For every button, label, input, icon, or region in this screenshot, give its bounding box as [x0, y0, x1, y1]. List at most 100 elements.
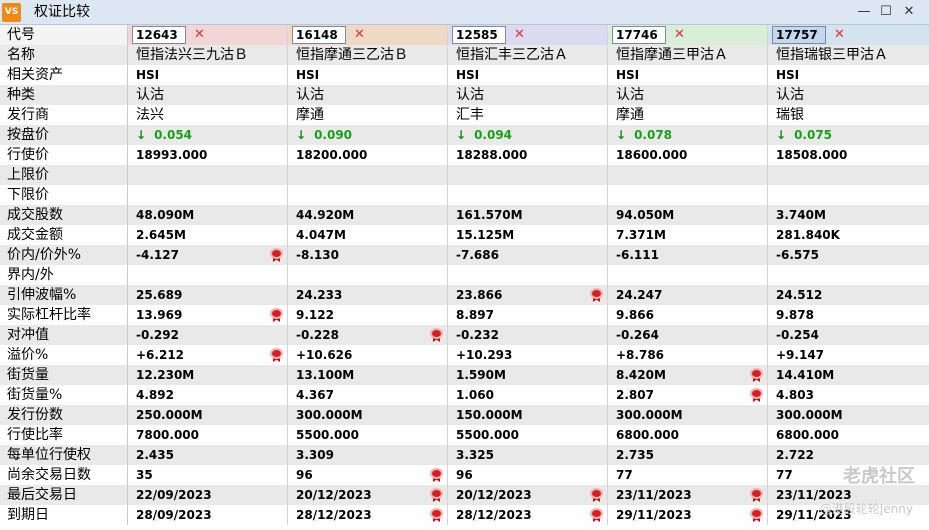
code-input[interactable]: 12585 — [452, 26, 506, 44]
table-cell: 汇丰 — [448, 105, 608, 125]
table-cell: HSI — [448, 65, 608, 85]
cell-value: 250.000M — [136, 408, 203, 422]
row-label: 发行商 — [0, 105, 128, 125]
row-label: 尚余交易日数 — [0, 465, 128, 485]
cell-value: 48.090M — [136, 208, 195, 222]
warrant-comparison-table: 代号 12643 ✕ 16148 ✕ 12585 ✕ 17746 ✕ 17757 ✕ 名称… — [0, 25, 929, 530]
row-label: 按盘价 — [0, 125, 128, 145]
table-row: 实际杠杆比率 13.969 9.122 8.897 9.866 9.878 — [0, 305, 929, 325]
table-cell: 2.807 — [608, 385, 768, 405]
table-row: 到期日 28/09/2023 28/12/2023 28/12/2023 29/11/2… — [0, 505, 929, 525]
table-cell: 300.000M — [288, 405, 448, 425]
award-ribbon-icon — [590, 288, 603, 302]
cell-value: +9.147 — [776, 348, 825, 362]
table-cell: 4.367 — [288, 385, 448, 405]
cell-value: 300.000M — [776, 408, 843, 422]
row-label: 成交金额 — [0, 225, 128, 245]
cell-value: 96 — [296, 468, 313, 482]
table-cell — [448, 165, 608, 185]
cell-value: 18200.000 — [296, 148, 368, 162]
table-cell: +10.626 — [288, 345, 448, 365]
table-cell: 14.410M — [768, 365, 929, 385]
close-button[interactable]: ✕ — [900, 3, 918, 21]
minimize-button[interactable]: — — [855, 3, 873, 21]
table-cell: 18200.000 — [288, 145, 448, 165]
table-row: 种类 认沽 认沽 认沽 认沽 认沽 — [0, 85, 929, 105]
table-cell: -0.264 — [608, 325, 768, 345]
remove-warrant-icon[interactable]: ✕ — [674, 25, 685, 45]
code-cell: 12585 ✕ — [448, 25, 608, 45]
table-cell — [288, 265, 448, 285]
table-cell — [128, 185, 288, 205]
cell-value: -0.232 — [456, 328, 499, 342]
table-cell: +9.147 — [768, 345, 929, 365]
table-cell — [768, 165, 929, 185]
table-cell: 3.325 — [448, 445, 608, 465]
table-cell: 18288.000 — [448, 145, 608, 165]
table-cell: 2.645M — [128, 225, 288, 245]
table-cell — [768, 185, 929, 205]
cell-value: 1.060 — [456, 388, 494, 402]
remove-warrant-icon[interactable]: ✕ — [354, 25, 365, 45]
table-cell: -0.232 — [448, 325, 608, 345]
cell-value: +8.786 — [616, 348, 665, 362]
row-label: 街货量 — [0, 365, 128, 385]
table-row: 最后交易日 22/09/2023 20/12/2023 20/12/2023 23/11… — [0, 485, 929, 505]
remove-warrant-icon[interactable]: ✕ — [194, 25, 205, 45]
cell-value: 瑞银 — [776, 107, 804, 123]
table-cell: 4.047M — [288, 225, 448, 245]
cell-value: 24.247 — [616, 288, 663, 302]
cell-value: 7.371M — [616, 228, 666, 242]
cell-value: 18288.000 — [456, 148, 528, 162]
cell-value: 24.512 — [776, 288, 823, 302]
table-row: 街货量% 4.892 4.367 1.060 2.807 4.803 — [0, 385, 929, 405]
table-cell: -0.254 — [768, 325, 929, 345]
remove-warrant-icon[interactable]: ✕ — [834, 25, 845, 45]
table-cell: 300.000M — [768, 405, 929, 425]
cell-value: 281.840K — [776, 228, 840, 242]
cell-value: 6800.000 — [616, 428, 680, 442]
table-row: 按盘价 ↓ 0.054 ↓ 0.090 ↓ 0.094 ↓ 0.078 ↓ 0.075 — [0, 125, 929, 145]
cell-value: 9.122 — [296, 308, 334, 322]
cell-value: 2.735 — [616, 448, 654, 462]
table-cell: 29/11/2023 — [608, 505, 768, 525]
row-label: 街货量% — [0, 385, 128, 405]
code-input[interactable]: 12643 — [132, 26, 186, 44]
table-cell: +10.293 — [448, 345, 608, 365]
table-cell: 3.309 — [288, 445, 448, 465]
price-down-arrow-icon: ↓ — [776, 128, 787, 142]
table-cell: 23.866 — [448, 285, 608, 305]
code-input[interactable]: 17757 — [772, 26, 826, 44]
table-cell — [608, 185, 768, 205]
row-label: 相关资产 — [0, 65, 128, 85]
cell-value: 4.803 — [776, 388, 814, 402]
cell-value: 9.866 — [616, 308, 654, 322]
code-input[interactable]: 17746 — [612, 26, 666, 44]
code-input[interactable]: 16148 — [292, 26, 346, 44]
cell-value: 18600.000 — [616, 148, 688, 162]
row-label: 成交股数 — [0, 205, 128, 225]
table-cell: 5500.000 — [448, 425, 608, 445]
row-label: 下限价 — [0, 185, 128, 205]
cell-value: -0.228 — [296, 328, 339, 342]
row-label: 上限价 — [0, 165, 128, 185]
maximize-button[interactable]: ☐ — [877, 3, 895, 21]
award-ribbon-icon — [590, 488, 603, 502]
table-cell: HSI — [288, 65, 448, 85]
table-cell: 250.000M — [128, 405, 288, 425]
table-cell: 认沽 — [448, 85, 608, 105]
table-cell: 4.892 — [128, 385, 288, 405]
price-value: 0.094 — [474, 128, 513, 142]
table-cell: ↓ 0.090 — [288, 125, 448, 145]
cell-value: HSI — [776, 68, 800, 82]
cell-value: 汇丰 — [456, 107, 484, 123]
cell-value: 4.892 — [136, 388, 174, 402]
table-cell: 1.060 — [448, 385, 608, 405]
remove-warrant-icon[interactable]: ✕ — [514, 25, 525, 45]
table-cell: 恒指汇丰三乙沽Ａ — [448, 45, 608, 65]
code-cell: 17746 ✕ — [608, 25, 768, 45]
table-cell: 28/09/2023 — [128, 505, 288, 525]
table-cell: 13.100M — [288, 365, 448, 385]
table-cell — [448, 265, 608, 285]
cell-value: 18993.000 — [136, 148, 208, 162]
